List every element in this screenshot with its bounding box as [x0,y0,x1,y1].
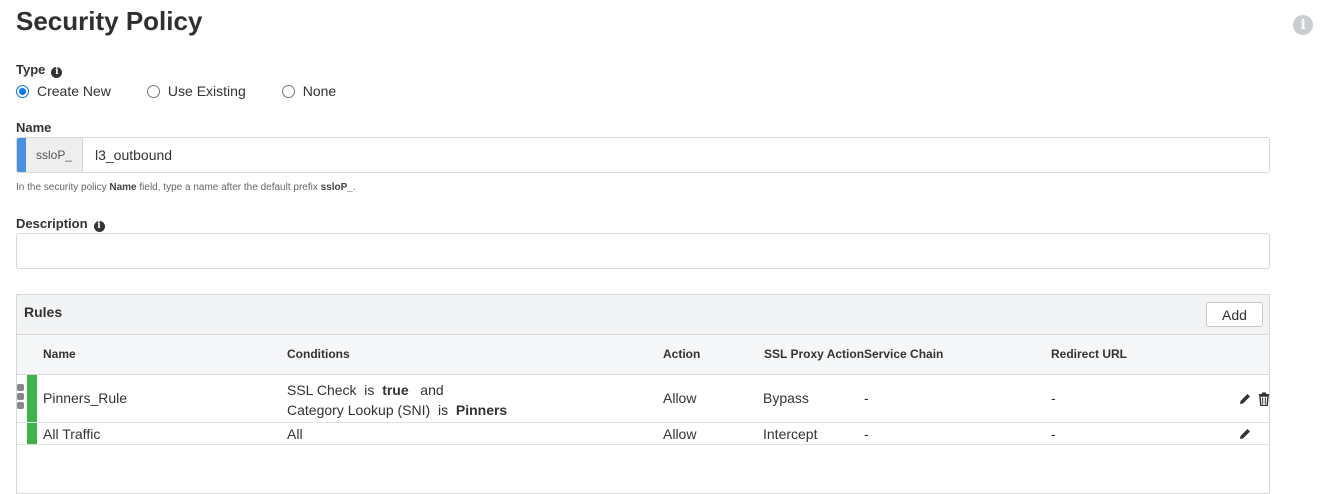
rules-panel: Rules Add Name Conditions Action SSL Pro… [16,294,1270,494]
radio-label: Create New [37,83,111,99]
col-name[interactable]: Name [43,347,76,361]
rule-name: All Traffic [43,426,101,442]
col-conditions[interactable]: Conditions [287,347,350,361]
col-redirect-url[interactable]: Redirect URL [1051,347,1127,361]
name-label: Name [16,120,52,135]
table-row[interactable]: All Traffic All Allow Intercept - - [17,423,1269,445]
description-label: Description i [16,216,105,232]
rule-name: Pinners_Rule [43,390,128,406]
radio-label: Use Existing [167,83,246,99]
radio-label: None [302,83,337,99]
type-label: Type i [16,62,63,78]
rule-status-bar [27,375,37,422]
delete-icon[interactable] [1257,392,1271,406]
name-field: ssloP_ [16,137,1270,173]
rule-action: Allow [663,426,697,442]
radio-use-existing[interactable]: Use Existing [146,83,246,99]
rules-title: Rules [24,304,63,320]
col-action[interactable]: Action [663,347,700,361]
add-rule-button[interactable]: Add [1206,302,1263,327]
rule-service-chain: - [864,390,869,406]
table-row[interactable]: Pinners_Rule SSL Check is true and Categ… [17,375,1269,423]
description-label-text: Description [16,216,88,231]
info-icon[interactable]: i [51,67,63,78]
info-icon[interactable]: i [93,221,105,232]
rule-action: Allow [663,390,697,406]
page-title: Security Policy [16,6,203,36]
col-ssl-proxy-action[interactable]: SSL Proxy Action [764,347,864,361]
radio-none[interactable]: None [281,83,337,99]
rule-ssl-proxy-action: Intercept [763,426,818,442]
rule-conditions: All [287,426,303,442]
rule-conditions: SSL Check is true and Category Lookup (S… [287,382,508,418]
rules-header: Rules Add [17,295,1269,335]
col-service-chain[interactable]: Service Chain [864,347,943,361]
drag-handle-icon[interactable] [17,384,24,411]
name-field-accent [17,138,26,172]
rule-ssl-proxy-action: Bypass [763,390,809,406]
rules-table-header: Name Conditions Action SSL Proxy Action … [17,335,1269,375]
edit-icon[interactable] [1238,427,1252,441]
edit-icon[interactable] [1238,392,1252,406]
radio-button[interactable] [146,84,160,98]
rule-service-chain: - [864,426,869,442]
name-prefix: ssloP_ [26,138,83,172]
type-radio-group: Create New Use Existing None [16,82,372,100]
help-info-icon[interactable]: i [1293,15,1313,35]
rule-status-bar [27,423,37,444]
name-input[interactable] [83,138,1269,172]
rule-redirect-url: - [1051,426,1056,442]
radio-create-new[interactable]: Create New [16,83,111,99]
name-hint: In the security policy Name field, type … [16,182,356,193]
type-label-text: Type [16,62,46,77]
description-input[interactable] [16,233,1270,269]
radio-button[interactable] [281,84,295,98]
radio-button[interactable] [16,84,29,98]
rule-redirect-url: - [1051,390,1056,406]
